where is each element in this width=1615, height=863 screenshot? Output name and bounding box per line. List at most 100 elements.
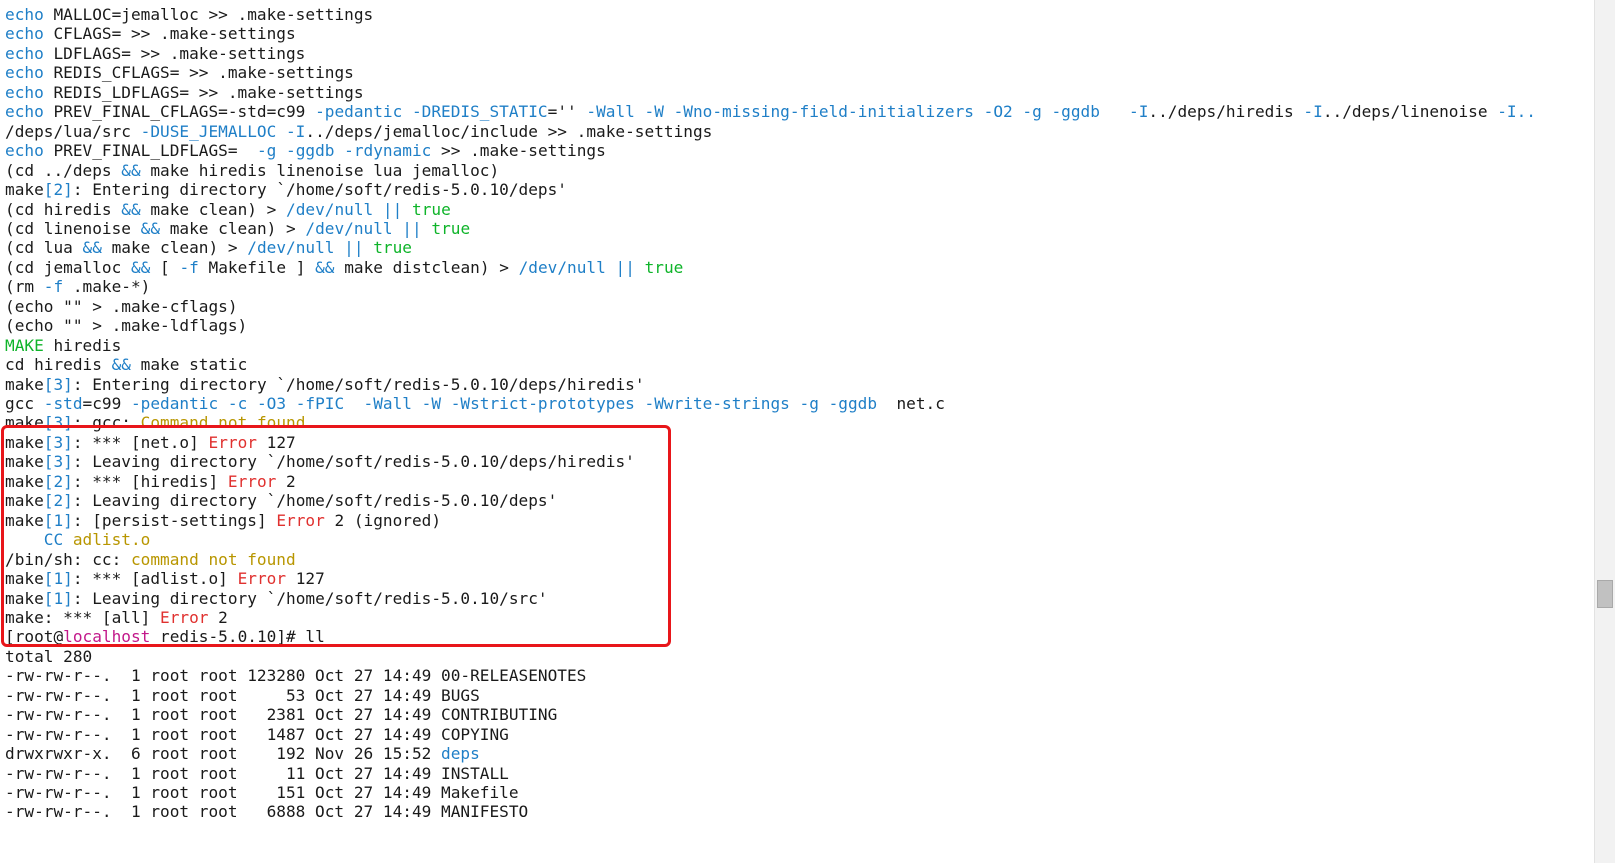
terminal-text-segment: Error: [160, 607, 209, 627]
vertical-scrollbar[interactable]: [1594, 0, 1615, 863]
terminal-text-segment: &&: [82, 238, 102, 258]
terminal-text-segment: REDIS_CFLAGS= >> .make-settings: [43, 63, 354, 83]
terminal-text-segment: : *** [net.o]: [72, 432, 209, 452]
terminal-text-segment: total 280: [5, 646, 93, 666]
terminal-text-segment: MAKE: [5, 335, 44, 355]
terminal-line: echo PREV_FINAL_LDFLAGS= -g -ggdb -rdyna…: [5, 141, 606, 161]
terminal-line: echo CFLAGS= >> .make-settings: [5, 24, 296, 44]
terminal-text-segment: make: [5, 588, 44, 608]
terminal-line: total 280: [5, 647, 92, 667]
terminal-text-segment: -std: [43, 394, 83, 413]
scrollbar-thumb[interactable]: [1597, 580, 1613, 608]
terminal-line: -rw-rw-r--. 1 root root 123280 Oct 27 14…: [5, 666, 586, 686]
terminal-text-segment: [root@: [5, 627, 64, 647]
terminal-text-segment: 127: [256, 432, 296, 452]
terminal-text-segment: -f: [179, 257, 199, 277]
terminal-line: make[1]: Leaving directory `/home/soft/r…: [5, 589, 548, 609]
terminal-text-segment: true: [431, 218, 471, 238]
terminal-text-segment: CFLAGS= >> .make-settings: [43, 24, 296, 44]
terminal-text-segment: localhost: [63, 627, 151, 647]
terminal-text-segment: &&: [121, 160, 141, 180]
terminal-line: make[2]: Entering directory `/home/soft/…: [5, 180, 567, 200]
terminal-line: make[3]: *** [net.o] Error 127: [5, 433, 296, 453]
terminal-line: echo MALLOC=jemalloc >> .make-settings: [5, 5, 373, 25]
terminal-text-segment: /deps/lua/src: [5, 121, 141, 141]
terminal-line: (cd linenoise && make clean) > /dev/null…: [5, 219, 470, 239]
terminal-output[interactable]: echo MALLOC=jemalloc >> .make-settings ec…: [0, 0, 1594, 863]
terminal-text-segment: ../deps/hiredis: [1148, 102, 1304, 122]
terminal-text-segment: -I..: [1497, 102, 1536, 122]
terminal-text-segment: echo: [5, 43, 44, 63]
terminal-text-segment: [3]: [43, 413, 73, 433]
terminal-text-segment: -rw-rw-r--. 1 root root 6888 Oct 27 14:4…: [5, 802, 529, 822]
terminal-text-segment: true: [644, 257, 684, 277]
terminal-line: MAKE hiredis: [5, 336, 121, 356]
terminal-text-segment: Command not found: [140, 413, 306, 433]
terminal-text-segment: [1]: [43, 510, 73, 530]
terminal-text-segment: =c99: [82, 394, 131, 413]
terminal-line: make[3]: Entering directory `/home/soft/…: [5, 375, 645, 395]
terminal-text-segment: [2]: [43, 491, 73, 511]
terminal-text-segment: make clean) >: [160, 218, 306, 238]
terminal-text-segment: : Entering directory `/home/soft/redis-5…: [72, 180, 567, 200]
terminal-text-segment: make: [5, 471, 44, 491]
terminal-text-segment: 2 (ignored): [324, 510, 442, 530]
terminal-line: (cd jemalloc && [ -f Makefile ] && make …: [5, 258, 683, 278]
terminal-text-segment: [3]: [43, 374, 73, 394]
terminal-text-segment: .make-*): [63, 277, 151, 297]
terminal-text-segment: : [persist-settings]: [72, 510, 277, 530]
terminal-text-segment: (cd linenoise: [5, 218, 141, 238]
terminal-line: (cd lua && make clean) > /dev/null || tr…: [5, 238, 412, 258]
terminal-text-segment: &&: [130, 257, 151, 277]
terminal-text-segment: -f: [43, 277, 64, 297]
terminal-text-segment: : Entering directory `/home/soft/redis-5…: [72, 374, 645, 394]
terminal-text-segment: ../deps/linenoise: [1322, 102, 1498, 122]
terminal-text-segment: (echo "" > .make-cflags): [5, 296, 238, 316]
terminal-line: make: *** [all] Error 2: [5, 608, 228, 628]
terminal-line: echo LDFLAGS= >> .make-settings: [5, 44, 305, 64]
terminal-text-segment: Error: [227, 471, 277, 491]
terminal-text-segment: make: *** [all]: [5, 607, 161, 627]
terminal-line: echo REDIS_CFLAGS= >> .make-settings: [5, 63, 354, 83]
terminal-line: (cd ../deps && make hiredis linenoise lu…: [5, 161, 499, 181]
terminal-text-segment: /dev/null ||: [518, 257, 635, 277]
terminal-text-segment: make: [5, 413, 44, 433]
terminal-text-segment: make: [5, 432, 44, 452]
terminal-text-segment: -rw-rw-r--. 1 root root 11 Oct 27 14:49 …: [5, 763, 509, 783]
terminal-text-segment: [1]: [43, 569, 73, 589]
terminal-text-segment: 127: [286, 569, 325, 589]
terminal-text-segment: REDIS_LDFLAGS= >> .make-settings: [43, 82, 364, 102]
terminal-text-segment: make: [5, 452, 44, 472]
terminal-text-segment: &&: [315, 257, 335, 277]
terminal-text-segment: -rw-rw-r--. 1 root root 151 Oct 27 14:49…: [5, 783, 519, 802]
terminal-line: (rm -f .make-*): [5, 277, 150, 297]
terminal-text-segment: make clean) >: [101, 238, 248, 258]
terminal-text-segment: gcc: [5, 394, 44, 413]
terminal-text-segment: -DUSE_JEMALLOC -I: [140, 121, 306, 141]
terminal-text-segment: [3]: [43, 452, 73, 472]
terminal-text-segment: make distclean) >: [334, 257, 519, 277]
terminal-line: -rw-rw-r--. 1 root root 11 Oct 27 14:49 …: [5, 764, 509, 784]
terminal-text-segment: deps: [441, 744, 480, 764]
terminal-text-segment: make: [5, 510, 44, 530]
terminal-text-segment: [: [150, 257, 180, 277]
terminal-text-segment: Error: [208, 432, 257, 452]
terminal-line: -rw-rw-r--. 1 root root 6888 Oct 27 14:4…: [5, 802, 528, 822]
terminal-line: -rw-rw-r--. 1 root root 151 Oct 27 14:49…: [5, 783, 519, 803]
terminal-text-segment: CC: [43, 530, 64, 550]
terminal-line: make[2]: Leaving directory `/home/soft/r…: [5, 491, 557, 511]
terminal-text-segment: (cd ../deps: [5, 160, 122, 180]
terminal-line: drwxrwxr-x. 6 root root 192 Nov 26 15:52…: [5, 744, 480, 764]
terminal-text-segment: -Wall -W -Wno-missing-field-initializers…: [586, 102, 1100, 122]
terminal-text-segment: make: [5, 569, 44, 589]
terminal-text-segment: [3]: [43, 432, 73, 452]
terminal-text-segment: drwxrwxr-x. 6 root root 192 Nov 26 15:52: [5, 744, 442, 764]
terminal-text-segment: command not found: [130, 549, 296, 569]
terminal-line: [root@localhost redis-5.0.10]# ll: [5, 627, 325, 647]
terminal-text-segment: make: [5, 374, 44, 394]
